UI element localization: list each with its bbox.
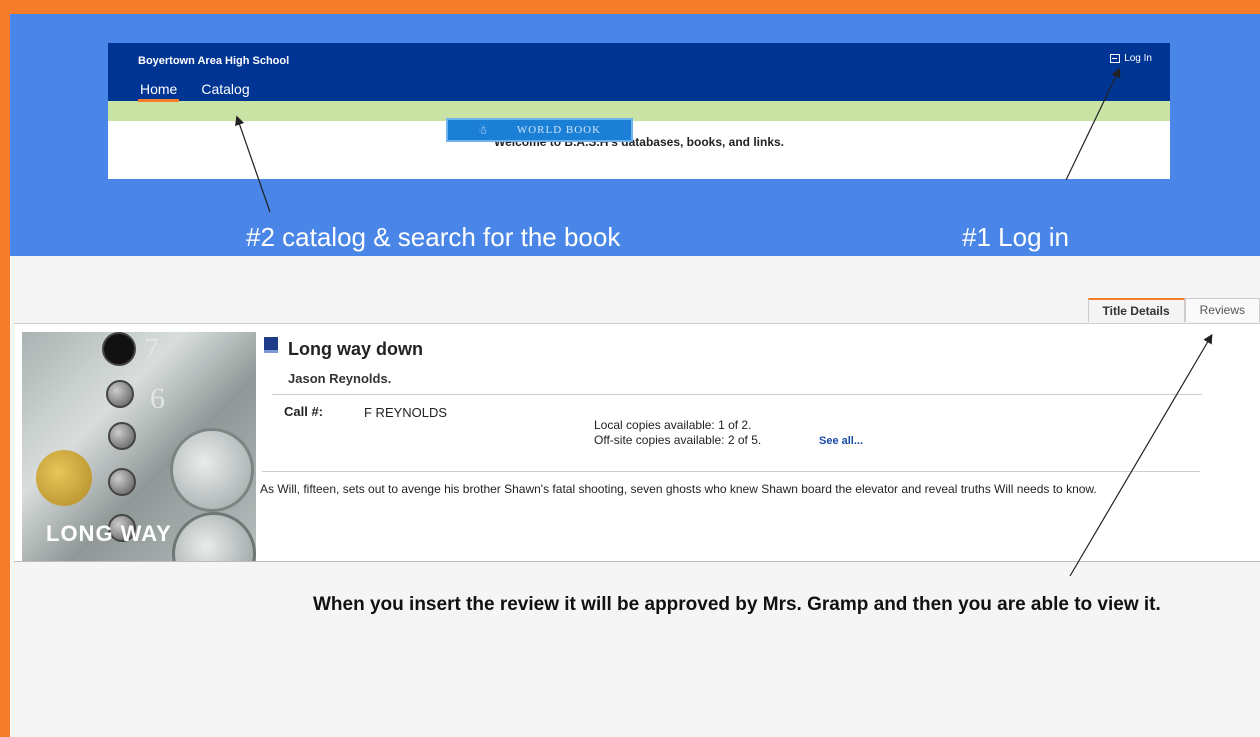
- annotation-arrows: [235, 67, 1213, 577]
- arrow-to-reviews: [1069, 333, 1213, 577]
- arrow-to-catalog: [235, 115, 271, 213]
- arrow-to-login: [1065, 67, 1121, 181]
